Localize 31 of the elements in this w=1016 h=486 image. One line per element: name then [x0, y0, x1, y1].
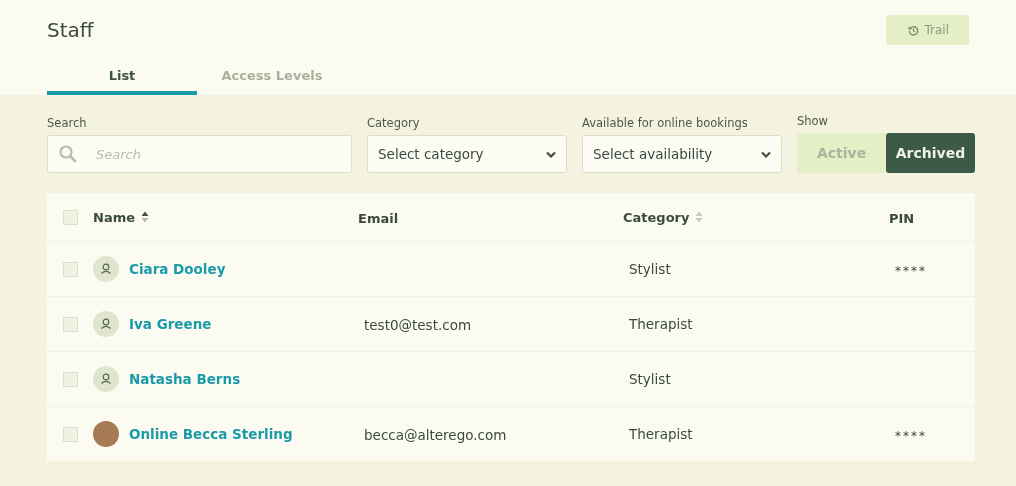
- field-label: Available for online bookings: [582, 116, 749, 130]
- pin-cell: ****: [895, 263, 927, 278]
- column-header[interactable]: Name: [93, 209, 135, 225]
- field-label: Show: [797, 114, 830, 128]
- field-label: Search: [47, 116, 88, 130]
- row-checkbox[interactable]: [62, 426, 78, 442]
- pin-cell: ****: [895, 428, 927, 443]
- tab[interactable]: List: [47, 60, 197, 95]
- select-all-checkbox[interactable]: [62, 209, 78, 225]
- history-icon: [908, 24, 920, 36]
- category-cell: Stylist: [629, 261, 671, 277]
- column-header[interactable]: Category: [623, 209, 690, 225]
- row-checkbox[interactable]: [62, 316, 78, 332]
- category-cell: Therapist: [629, 426, 693, 442]
- sort-icon[interactable]: [141, 211, 149, 223]
- category-cell: Stylist: [629, 371, 671, 387]
- availability-dropdown[interactable]: Select availability: [582, 135, 782, 173]
- column-header[interactable]: Email: [358, 210, 399, 226]
- chevron-down-icon: [761, 150, 771, 158]
- row-checkbox[interactable]: [62, 261, 78, 277]
- chevron-down-icon: [546, 150, 556, 158]
- email-cell: test0@test.com: [364, 316, 472, 333]
- category-dropdown[interactable]: Select category: [367, 135, 567, 173]
- page-title: Staff: [47, 18, 94, 42]
- row-checkbox[interactable]: [62, 371, 78, 387]
- category-cell: Therapist: [629, 316, 693, 332]
- column-header[interactable]: PIN: [889, 210, 915, 226]
- field-label: Category: [367, 116, 421, 130]
- email-cell: becca@alterego.com: [364, 426, 507, 443]
- show-toggle-option[interactable]: Archived: [886, 133, 975, 173]
- search-field[interactable]: Search: [47, 135, 352, 173]
